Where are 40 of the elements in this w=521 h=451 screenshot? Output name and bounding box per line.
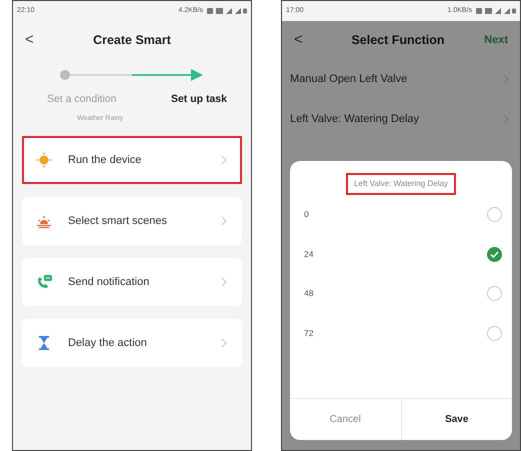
hourglass-icon xyxy=(36,335,52,352)
step-label: Set a condition xyxy=(47,93,116,105)
option-label: 48 xyxy=(304,287,314,300)
task-card[interactable]: Send notification xyxy=(22,258,242,306)
chevron-icon xyxy=(220,216,228,226)
save-button[interactable]: Save xyxy=(402,399,512,440)
screen-title: Create Smart xyxy=(92,32,172,49)
chevron-icon xyxy=(220,338,228,348)
chevron-icon xyxy=(502,114,510,124)
screen-title: Select Function xyxy=(350,32,446,49)
radio-button[interactable] xyxy=(487,207,502,222)
chevron-icon xyxy=(220,155,228,166)
task-card[interactable]: Select smart scenes xyxy=(22,197,242,246)
status-icons-drawing xyxy=(207,7,247,15)
task-card[interactable]: Run the device xyxy=(22,136,242,184)
radio-button[interactable] xyxy=(487,326,502,341)
status-icons-drawing xyxy=(476,7,516,15)
check-icon xyxy=(490,250,499,258)
back-button[interactable]: < xyxy=(294,28,314,52)
chevron-icon xyxy=(220,277,228,288)
option-label: 24 xyxy=(304,248,314,261)
function-label: Left Valve: Watering Delay xyxy=(290,112,420,127)
phone-message-icon xyxy=(36,274,52,290)
task-card[interactable]: Delay the action xyxy=(22,319,242,368)
check-radio[interactable] xyxy=(487,246,502,262)
task-label: Delay the action xyxy=(68,336,148,351)
task-label: Send notification xyxy=(68,275,150,290)
sun-icon xyxy=(36,152,52,168)
chevron-icon xyxy=(502,74,510,84)
step-label: Set up task xyxy=(170,93,227,105)
option-label: 0 xyxy=(304,208,309,222)
dialog-title: Left Valve: Watering Delay xyxy=(346,173,456,195)
option-label: 72 xyxy=(304,326,314,340)
function-label: Manual Open Left Valve xyxy=(290,72,408,87)
radio-button[interactable] xyxy=(487,286,502,302)
task-label: Run the device xyxy=(68,153,142,168)
cancel-button[interactable]: Cancel xyxy=(290,399,402,440)
back-button[interactable]: < xyxy=(25,28,45,52)
sunset-icon xyxy=(36,213,52,230)
task-label: Select smart scenes xyxy=(68,214,168,229)
